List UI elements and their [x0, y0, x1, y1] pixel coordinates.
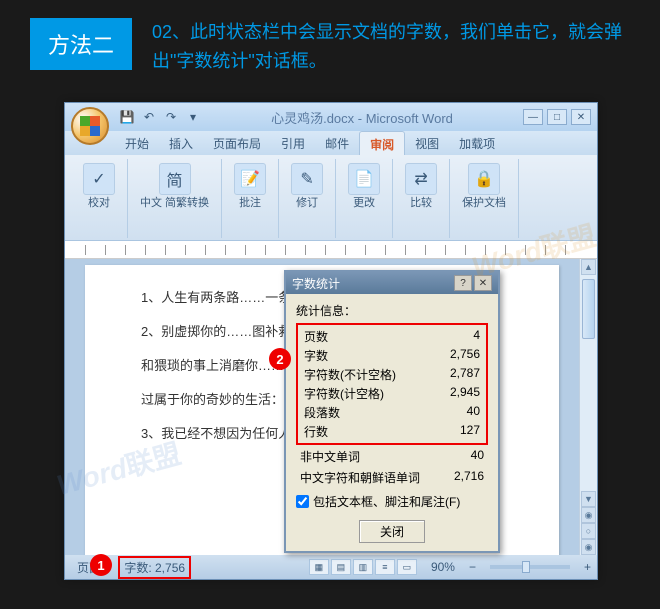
stat-row: 字符数(不计空格)2,787 [300, 365, 484, 384]
print-layout-view-icon[interactable]: ▦ [309, 559, 329, 575]
tab-插入[interactable]: 插入 [159, 131, 203, 155]
undo-icon[interactable]: ↶ [141, 109, 157, 125]
ribbon-icon: 📄 [348, 163, 380, 195]
ribbon-label: 校对 [88, 197, 110, 210]
next-page-icon[interactable]: ◉ [581, 539, 596, 555]
ribbon-button[interactable]: 📄 更改 [344, 161, 384, 212]
prev-page-icon[interactable]: ◉ [581, 507, 596, 523]
close-dialog-button[interactable]: 关闭 [359, 520, 425, 543]
quick-access-toolbar: 💾 ↶ ↷ ▾ [119, 109, 201, 125]
qat-dropdown-icon[interactable]: ▾ [185, 109, 201, 125]
dialog-titlebar[interactable]: 字数统计 ? ✕ [286, 272, 498, 294]
dialog-help-button[interactable]: ? [454, 275, 472, 291]
callout-2: 2 [269, 348, 291, 370]
save-icon[interactable]: 💾 [119, 109, 135, 125]
ribbon-button[interactable]: ✓ 校对 [79, 161, 119, 212]
scroll-thumb[interactable] [582, 279, 595, 339]
word-count-status[interactable]: 字数: 2,756 [118, 556, 191, 579]
full-screen-view-icon[interactable]: ▤ [331, 559, 351, 575]
ribbon-icon: ✎ [291, 163, 323, 195]
web-layout-view-icon[interactable]: ▥ [353, 559, 373, 575]
ribbon-icon: 简 [159, 163, 191, 195]
zoom-in-icon[interactable]: + [584, 560, 591, 574]
stat-row: 段落数40 [300, 403, 484, 422]
stat-row: 中文字符和朝鲜语单词2,716 [296, 468, 488, 487]
ribbon-icon: 🔒 [468, 163, 500, 195]
ribbon-label: 更改 [353, 197, 375, 210]
stats-highlight-box: 页数4字数2,756字符数(不计空格)2,787字符数(计空格)2,945段落数… [296, 323, 488, 445]
ribbon-tabs: 开始插入页面布局引用邮件审阅视图加载项 [65, 131, 597, 155]
vertical-scrollbar[interactable]: ▲ ▼ ◉ ○ ◉ [579, 259, 597, 555]
ribbon-icon: ⇄ [405, 163, 437, 195]
ribbon-icon: 📝 [234, 163, 266, 195]
close-button[interactable]: ✕ [571, 109, 591, 125]
window-title: 心灵鸡汤.docx - Microsoft Word [201, 108, 523, 127]
ribbon-group-更改: 📄 更改 [336, 159, 393, 238]
header-instruction: 02、此时状态栏中会显示文档的字数，我们单击它，就会弹出"字数统计"对话框。 [152, 18, 630, 76]
zoom-out-icon[interactable]: − [469, 560, 476, 574]
ribbon-group-保护文档: 🔒 保护文档 [450, 159, 519, 238]
tab-审阅[interactable]: 审阅 [359, 131, 405, 155]
include-textbox-checkbox[interactable] [296, 495, 309, 508]
zoom-slider[interactable] [490, 565, 570, 569]
zoom-thumb[interactable] [522, 561, 530, 573]
titlebar: 💾 ↶ ↷ ▾ 心灵鸡汤.docx - Microsoft Word — □ ✕ [65, 103, 597, 131]
outline-view-icon[interactable]: ≡ [375, 559, 395, 575]
ribbon-button[interactable]: ⇄ 比较 [401, 161, 441, 212]
stat-row: 行数127 [300, 422, 484, 441]
scroll-up-icon[interactable]: ▲ [581, 259, 596, 275]
dialog-title: 字数统计 [292, 275, 340, 292]
statusbar: 页面: 字数: 2,756 ▦ ▤ ▥ ≡ ▭ 90% − + [65, 555, 597, 579]
ribbon: ✓ 校对 简中文 简繁转换 📝 批注 ✎ 修订 📄 更改 ⇄ 比较 🔒 保护文档 [65, 155, 597, 241]
browse-object-icon[interactable]: ○ [581, 523, 596, 539]
stat-row: 字数2,756 [300, 346, 484, 365]
tab-加载项[interactable]: 加载项 [449, 131, 505, 155]
redo-icon[interactable]: ↷ [163, 109, 179, 125]
minimize-button[interactable]: — [523, 109, 543, 125]
word-count-dialog: 字数统计 ? ✕ 统计信息： 页数4字数2,756字符数(不计空格)2,787字… [284, 270, 500, 553]
stat-row: 字符数(计空格)2,945 [300, 384, 484, 403]
tab-页面布局[interactable]: 页面布局 [203, 131, 271, 155]
tab-开始[interactable]: 开始 [115, 131, 159, 155]
callout-1: 1 [90, 554, 112, 576]
stat-row: 页数4 [300, 327, 484, 346]
ribbon-label: 修订 [296, 197, 318, 210]
ribbon-button[interactable]: ✎ 修订 [287, 161, 327, 212]
draft-view-icon[interactable]: ▭ [397, 559, 417, 575]
stat-row: 非中文单词40 [296, 447, 488, 466]
ribbon-group-校对: ✓ 校对 [71, 159, 128, 238]
tab-视图[interactable]: 视图 [405, 131, 449, 155]
ribbon-button[interactable]: 简中文 简繁转换 [136, 161, 213, 212]
ruler[interactable] [65, 241, 597, 259]
method-badge: 方法二 [30, 18, 132, 70]
scroll-down-icon[interactable]: ▼ [581, 491, 596, 507]
ribbon-label: 比较 [410, 197, 432, 210]
dialog-close-button[interactable]: ✕ [474, 275, 492, 291]
ribbon-label: 中文 简繁转换 [140, 197, 209, 210]
view-buttons: ▦ ▤ ▥ ≡ ▭ [309, 559, 417, 575]
ribbon-group-批注: 📝 批注 [222, 159, 279, 238]
ribbon-icon: ✓ [83, 163, 115, 195]
ribbon-label: 保护文档 [462, 197, 506, 210]
ribbon-label: 批注 [239, 197, 261, 210]
zoom-value[interactable]: 90% [425, 558, 461, 576]
tab-引用[interactable]: 引用 [271, 131, 315, 155]
ribbon-group-修订: ✎ 修订 [279, 159, 336, 238]
maximize-button[interactable]: □ [547, 109, 567, 125]
ribbon-group-比较: ⇄ 比较 [393, 159, 450, 238]
office-button[interactable] [71, 107, 109, 145]
ribbon-button[interactable]: 🔒 保护文档 [458, 161, 510, 212]
tab-邮件[interactable]: 邮件 [315, 131, 359, 155]
checkbox-label: 包括文本框、脚注和尾注(F) [313, 493, 460, 510]
stats-heading: 统计信息： [296, 302, 488, 319]
ribbon-button[interactable]: 📝 批注 [230, 161, 270, 212]
ribbon-group-中文-简繁转换: 简中文 简繁转换 [128, 159, 222, 238]
